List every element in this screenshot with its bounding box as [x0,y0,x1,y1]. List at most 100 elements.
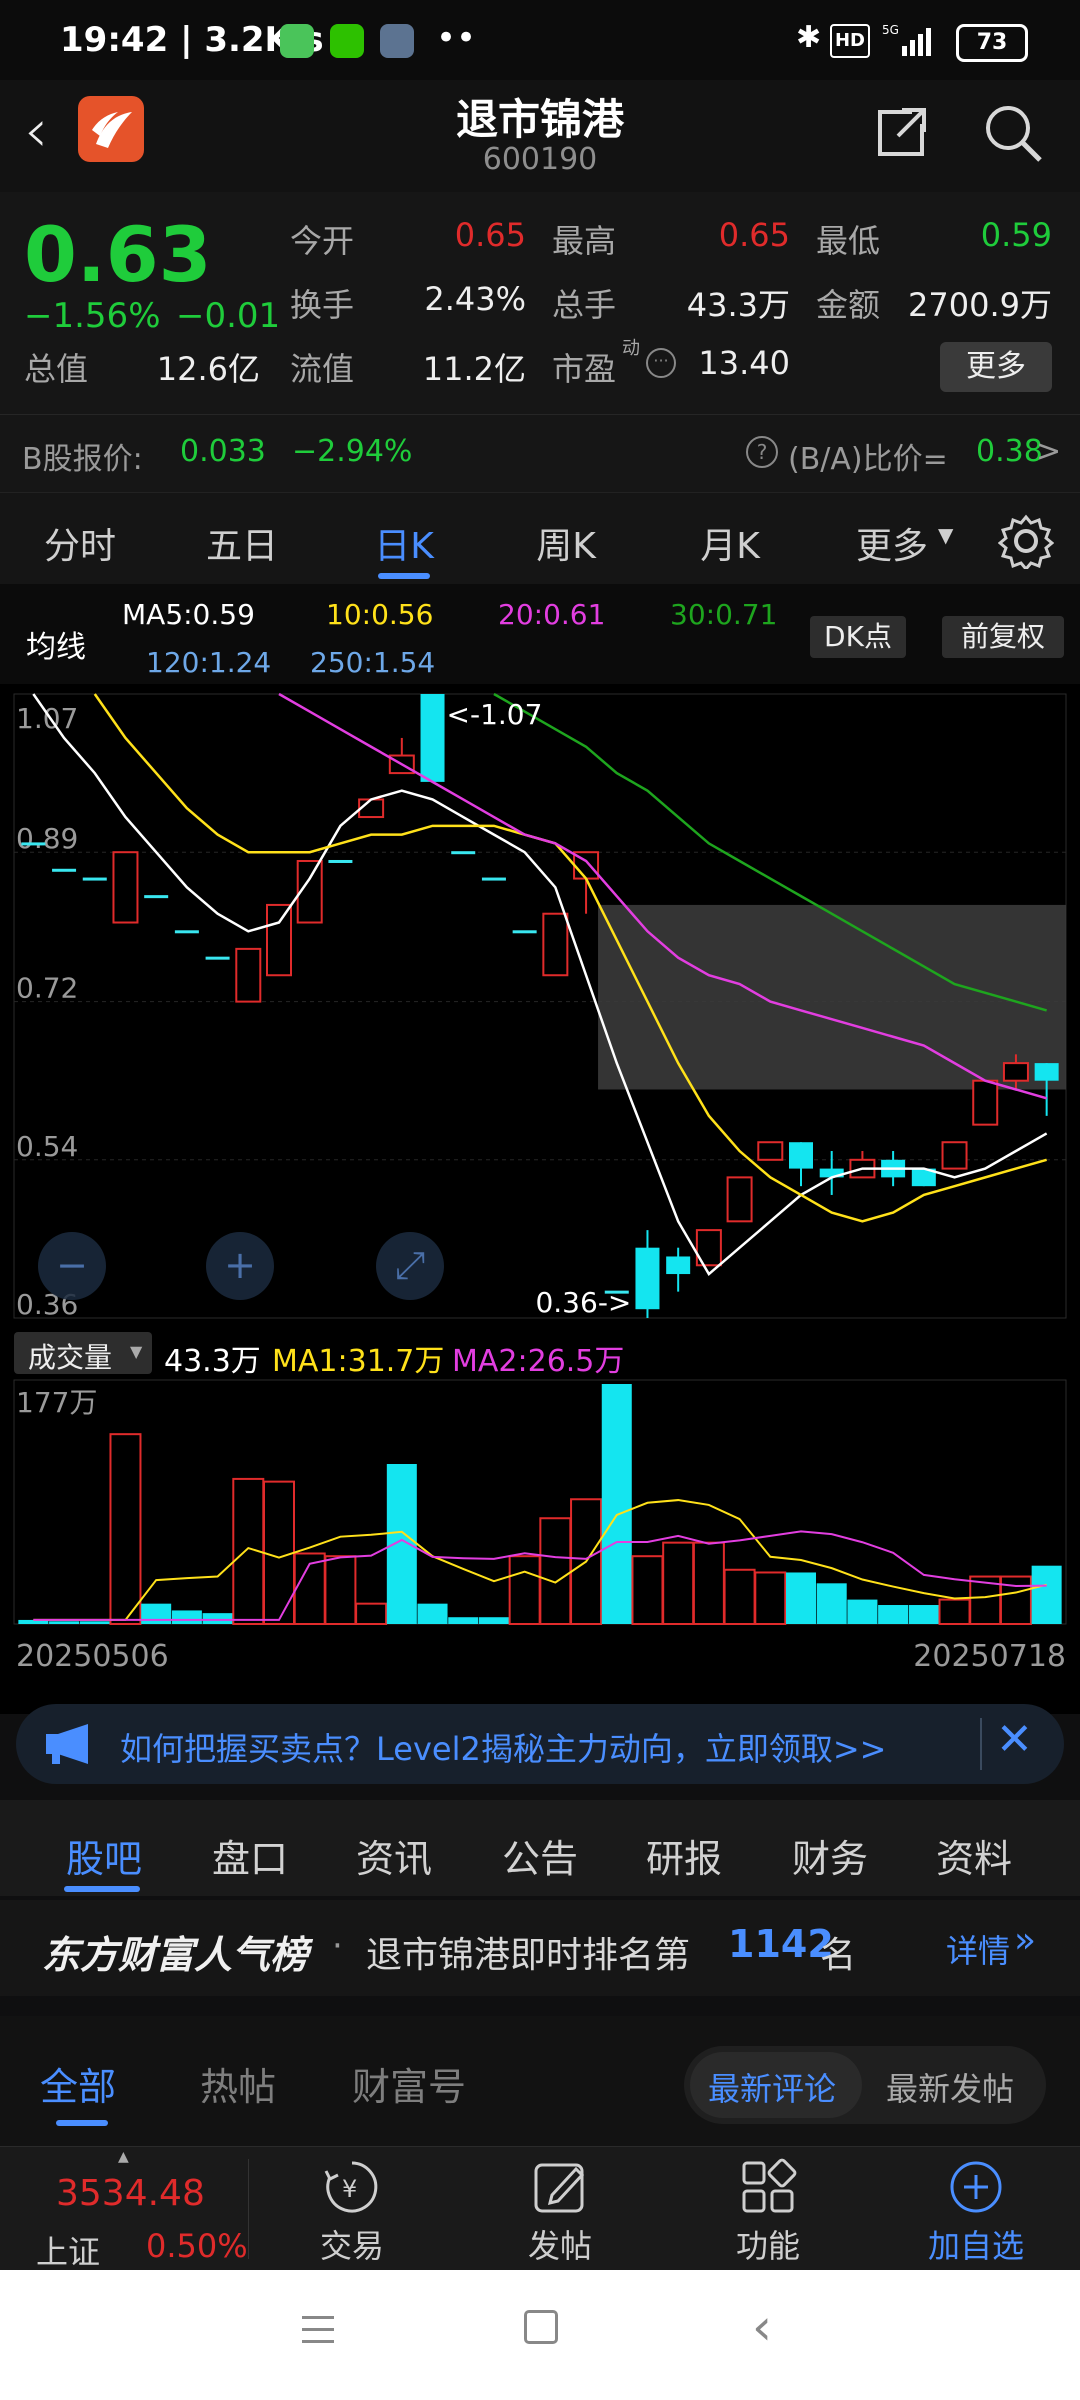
battery-icon: 73 [956,24,1028,62]
candle-body [235,947,262,1003]
candle-body [144,895,169,899]
bluetooth-icon: ✱ [796,20,822,55]
promo-banner[interactable]: 如何把握买卖点？Level2揭秘主力动向，立即领取>> ✕ [16,1704,1064,1784]
volume-bar [662,1541,695,1625]
feed-tab-hot[interactable]: 热帖 [200,2056,276,2111]
app-notification-icon [280,24,314,58]
open-label: 今开 [290,222,355,260]
ma5-value: MA5:0.59 [122,598,255,631]
functions-button[interactable]: 功能 [698,2157,838,2267]
volume-bar [478,1617,509,1624]
forward-adjust-button[interactable]: 前复权 [942,616,1064,658]
tab-news[interactable]: 资讯 [334,1828,454,1883]
volume-bar [171,1610,202,1624]
b-share-price: 0.033 [180,434,266,469]
candle-body [451,851,476,855]
ma120-value: 120:1.24 [146,646,272,679]
post-button[interactable]: 发帖 [490,2157,630,2267]
tab-research[interactable]: 研报 [624,1828,744,1883]
chart-area[interactable]: 1.07 0.89 0.72 0.54 0.36 <-1.07 0.36-> − + ⤢ 177万 2… [0,684,1080,1714]
trade-button[interactable]: ¥ 交易 [282,2157,422,2267]
tab-daily-k[interactable]: 日K [334,517,474,569]
chevron-right-icon: > [1036,434,1062,469]
amount-label: 金额 [816,286,881,324]
popularity-row[interactable]: 东方财富人气榜 · 退市锦港即时排名第 1142 名 详情 » [0,1900,1080,1996]
turnover-value: 2.43% [424,280,526,318]
volume-bar [631,1555,664,1625]
volume-bar [202,1613,233,1624]
b-share-row[interactable]: B股报价: 0.033 −2.94% ? (B/A)比价= 0.38 > [0,420,1080,492]
ma250-value: 250:1.54 [310,646,436,679]
share-icon[interactable] [872,102,932,162]
index-value[interactable]: 3534.48 [56,2173,205,2214]
candle-body [266,903,292,977]
candle-body [666,1256,691,1275]
menu-icon[interactable] [302,2314,334,2343]
volume-label: 总手 [552,286,617,324]
tab-intraday[interactable]: 分时 [10,517,150,569]
low-annotation: 0.36-> [535,1286,631,1319]
candle-body [1002,1062,1029,1082]
add-watchlist-label: 加自选 [927,2227,1024,2265]
add-watchlist-button[interactable]: 加自选 [906,2157,1046,2267]
index-name: 上证 [36,2233,101,2271]
promo-text: 如何把握买卖点？Level2揭秘主力动向，立即领取>> [120,1730,887,1768]
close-icon[interactable]: ✕ [996,1714,1033,1765]
candle-body [635,1247,660,1310]
tab-forum[interactable]: 股吧 [44,1828,164,1883]
tab-order-book[interactable]: 盘口 [190,1828,310,1883]
tab-monthly-k[interactable]: 月K [660,517,800,569]
volume-max-label: 177万 [16,1386,97,1419]
volume-bar [324,1555,357,1625]
bottom-bar: ▲ 3534.48 上证 0.50% ¥ 交易 发帖 功能 加自选 [0,2146,1080,2271]
volume-bar [816,1583,847,1624]
dk-point-button[interactable]: DK点 [810,616,906,658]
back-nav-icon[interactable]: ‹ [752,2298,772,2356]
details-link[interactable]: 详情 [946,1926,1010,1972]
home-icon[interactable] [524,2310,558,2344]
popularity-rank: 1142 [728,1922,834,1966]
volume-indicator-select[interactable]: 成交量 ▼ [14,1332,152,1374]
high-annotation: <-1.07 [447,698,543,731]
kline-chart[interactable]: 1.070.890.720.540.36<-1.070.36->− + ⤢177万2… [0,684,1080,1714]
settings-notification-icon [380,24,414,58]
tab-financials[interactable]: 财务 [770,1828,890,1883]
tab-profile[interactable]: 资料 [914,1828,1034,1883]
more-button[interactable]: 更多 [940,342,1052,392]
volume-bar [448,1617,479,1624]
feed-tab-fortune[interactable]: 财富号 [352,2056,466,2111]
volume-bar [386,1464,417,1624]
pe-dynamic-mark: 动 [622,338,640,359]
y-tick-label: 0.72 [16,972,78,1005]
active-tab-indicator [56,2120,108,2126]
ba-ratio-value: 0.38 [976,434,1043,469]
open-value: 0.65 [454,216,526,254]
system-nav-bar: ‹ [0,2270,1080,2400]
volume-bar [999,1575,1032,1625]
volume-bar [1031,1565,1062,1624]
change-percent: −1.56% [24,296,161,336]
candle-body [205,956,230,960]
sort-toggle: 最新评论 最新发帖 [684,2046,1046,2124]
sort-latest-comment[interactable]: 最新评论 [708,2064,836,2110]
search-icon[interactable] [980,100,1046,166]
volume-ma1: MA1:31.7万 [272,1344,445,1379]
tab-announcements[interactable]: 公告 [480,1828,600,1883]
settings-gear-icon[interactable] [998,513,1054,569]
sort-latest-post[interactable]: 最新发帖 [886,2064,1014,2110]
popularity-suffix: 名 [820,1935,857,1976]
tab-weekly-k[interactable]: 周K [496,517,636,569]
tab-five-day[interactable]: 五日 [172,517,312,569]
help-icon[interactable]: ? [746,436,778,468]
zoom-in-icon-glyph: + [224,1243,256,1287]
post-label: 发帖 [527,2227,592,2265]
wechat-icon [330,24,364,58]
last-price: 0.63 [24,210,212,299]
feed-tab-all[interactable]: 全部 [40,2056,116,2111]
volume-bar [786,1572,816,1624]
candle-body [112,851,139,924]
candle-body [757,1141,784,1161]
x-start-date: 20250506 [16,1639,169,1674]
add-circle-icon [950,2161,1002,2213]
volume-bar [109,1433,142,1625]
